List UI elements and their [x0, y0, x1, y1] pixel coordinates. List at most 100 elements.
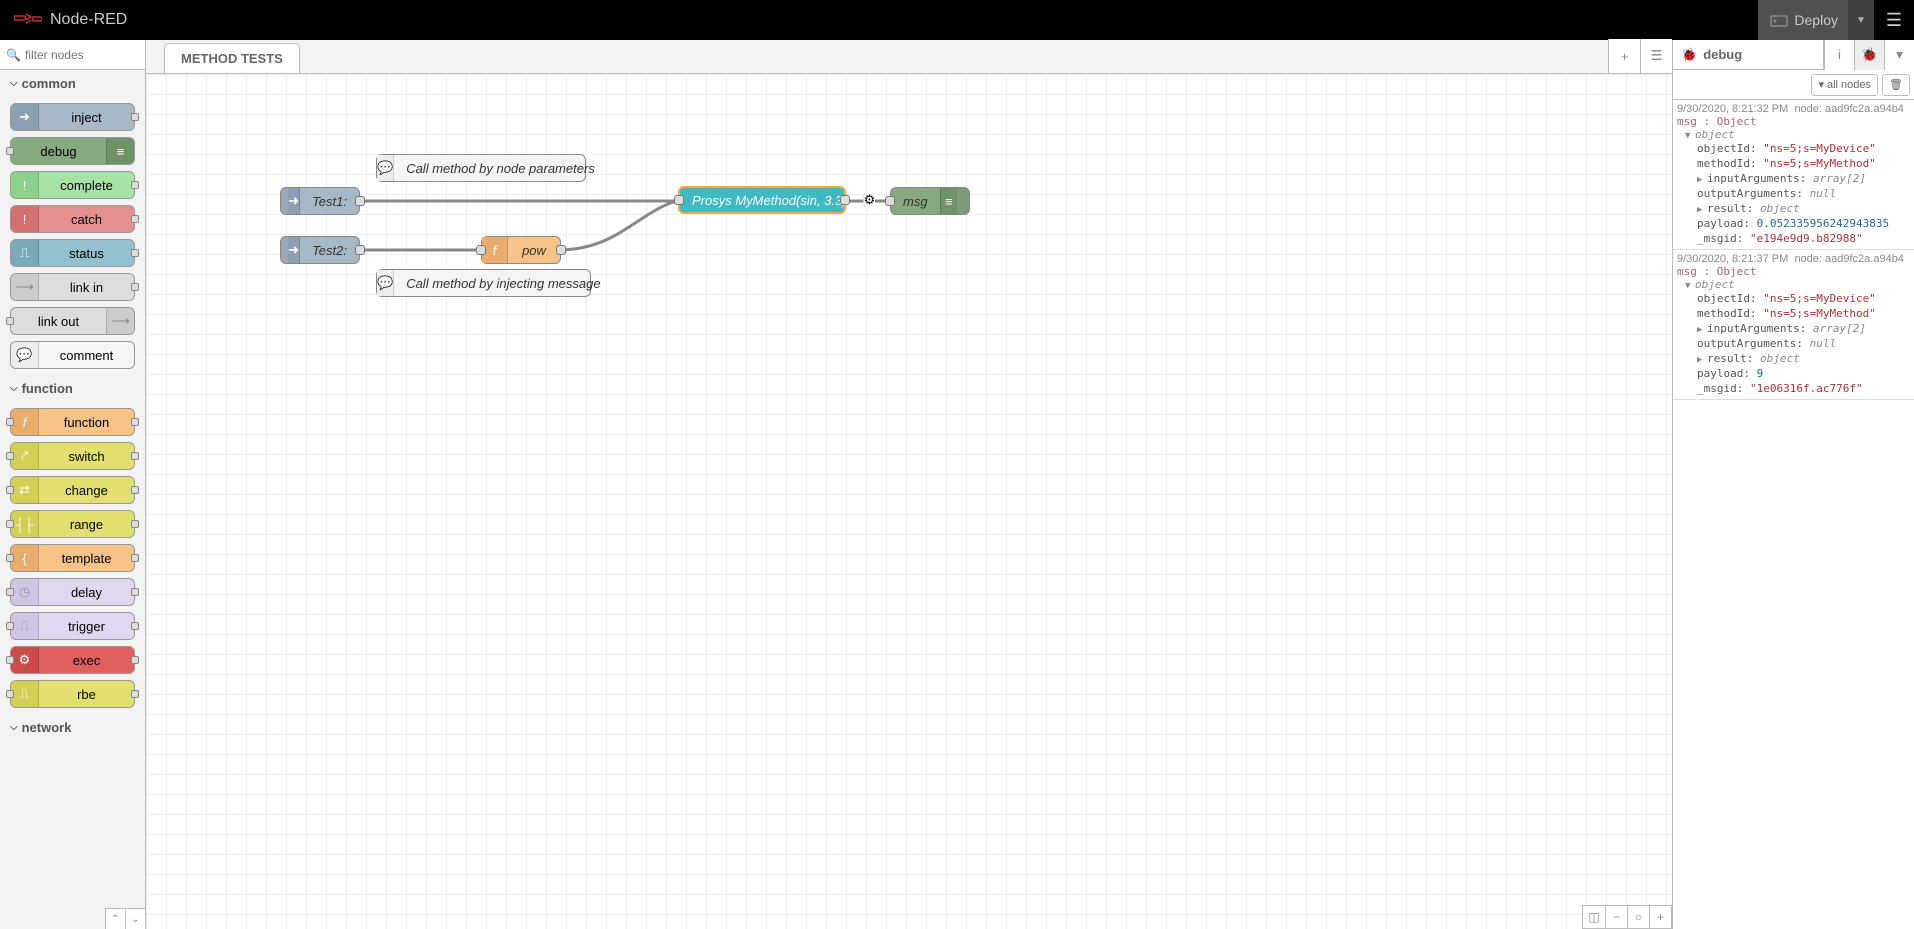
- inject-button[interactable]: [281, 188, 288, 214]
- trigger-icon: ⎍: [11, 613, 39, 639]
- palette-node-template[interactable]: {template: [10, 544, 135, 572]
- canvas-scroll[interactable]: 💬 Call method by node parameters ➜ Test1…: [146, 74, 1672, 929]
- zoom-out[interactable]: −: [1605, 906, 1627, 928]
- rbe-icon: ⎍: [11, 681, 39, 707]
- caret-right-icon[interactable]: ▶: [1697, 325, 1707, 335]
- output-port[interactable]: [840, 195, 850, 205]
- chevron-down-icon: ⌵: [10, 722, 18, 733]
- palette-collapse-controls: ⌃ ⌄: [105, 908, 145, 929]
- tab-debug[interactable]: 🐞debug: [1673, 40, 1824, 69]
- template-icon: {: [11, 545, 39, 571]
- output-port[interactable]: [556, 245, 566, 255]
- debug-messages: 9/30/2020, 8:21:32 PM node: aad9fc2a.a94…: [1673, 100, 1914, 929]
- palette-node-link-out[interactable]: link out⟶: [10, 307, 135, 335]
- clear-debug[interactable]: 🗑: [1882, 74, 1910, 96]
- gear-icon: ⚙: [11, 647, 39, 673]
- switch-icon: ⤤: [11, 443, 39, 469]
- output-port[interactable]: [355, 196, 365, 206]
- caret-right-icon[interactable]: ▶: [1697, 205, 1707, 215]
- caret-down-icon[interactable]: ▼: [1685, 281, 1695, 291]
- palette: 🔍 ⌵common ➜inject debug≡ !complete !catc…: [0, 40, 146, 929]
- inject-button[interactable]: [281, 237, 288, 263]
- filter-icon: ▾: [1818, 78, 1824, 91]
- workspace-tabs: METHOD TESTS + ☰: [146, 40, 1672, 74]
- tab-list-button[interactable]: ☰: [1640, 39, 1672, 73]
- comment-icon: 💬: [377, 270, 394, 296]
- node-debug-msg[interactable]: msg ≡: [890, 187, 970, 215]
- node-test1[interactable]: ➜ Test1:: [280, 187, 360, 215]
- sidebar: 🐞debug i 🐞 ▾ ▾all nodes 🗑 9/30/2020, 8:2…: [1672, 40, 1914, 929]
- node-test2[interactable]: ➜ Test2:: [280, 236, 360, 264]
- exclamation-icon: !: [11, 172, 39, 198]
- hamburger-menu[interactable]: ☰: [1874, 0, 1914, 40]
- node-comment2[interactable]: 💬 Call method by injecting message: [376, 269, 591, 297]
- search-icon: 🔍: [6, 48, 21, 62]
- view-toolbar: ◫ − ○ +: [1582, 905, 1672, 929]
- debug-message[interactable]: 9/30/2020, 8:21:32 PM node: aad9fc2a.a94…: [1673, 100, 1914, 250]
- delay-icon: ◷: [11, 579, 39, 605]
- category-common[interactable]: ⌵common: [0, 70, 145, 97]
- input-port[interactable]: [674, 195, 684, 205]
- caret-right-icon[interactable]: ▶: [1697, 175, 1707, 185]
- view-navigator[interactable]: ◫: [1583, 906, 1605, 928]
- palette-node-change[interactable]: ⇄change: [10, 476, 135, 504]
- palette-list: ⌵common ➜inject debug≡ !complete !catch …: [0, 70, 145, 929]
- category-network[interactable]: ⌵network: [0, 714, 145, 741]
- palette-node-catch[interactable]: !catch: [10, 205, 135, 233]
- palette-node-comment[interactable]: 💬comment: [10, 341, 135, 369]
- palette-node-delay[interactable]: ◷delay: [10, 578, 135, 606]
- sidebar-more-button[interactable]: ▾: [1884, 40, 1914, 70]
- chevron-down-icon: ⌵: [10, 383, 18, 394]
- filter-all-nodes[interactable]: ▾all nodes: [1811, 74, 1878, 96]
- palette-collapse-up[interactable]: ⌃: [105, 909, 125, 929]
- link-icon: ⟶: [11, 274, 39, 300]
- deploy-icon: [1770, 13, 1788, 27]
- sidebar-debug-button[interactable]: 🐞: [1854, 40, 1884, 70]
- caret-down-icon[interactable]: ▼: [1685, 131, 1695, 141]
- category-function[interactable]: ⌵function: [0, 375, 145, 402]
- palette-node-inject[interactable]: ➜inject: [10, 103, 135, 131]
- palette-node-complete[interactable]: !complete: [10, 171, 135, 199]
- zoom-in[interactable]: +: [1649, 906, 1671, 928]
- exclamation-icon: !: [11, 206, 39, 232]
- palette-node-exec[interactable]: ⚙exec: [10, 646, 135, 674]
- bug-icon: 🐞: [1861, 47, 1878, 62]
- output-port[interactable]: [355, 245, 365, 255]
- zoom-reset[interactable]: ○: [1627, 906, 1649, 928]
- chevron-down-icon: ⌵: [10, 78, 18, 89]
- debug-icon: ≡: [940, 188, 958, 214]
- bug-icon: 🐞: [1681, 47, 1697, 63]
- input-port[interactable]: [476, 245, 486, 255]
- palette-node-rbe[interactable]: ⎍rbe: [10, 680, 135, 708]
- arrow-right-icon: ➜: [288, 188, 300, 214]
- tab-method-tests[interactable]: METHOD TESTS: [164, 43, 300, 73]
- filter-input[interactable]: [21, 48, 139, 62]
- node-comment1[interactable]: 💬 Call method by node parameters: [376, 154, 586, 182]
- palette-node-range[interactable]: ┤├range: [10, 510, 135, 538]
- pulse-icon: ⎍: [11, 240, 39, 266]
- palette-node-link-in[interactable]: ⟶link in: [10, 273, 135, 301]
- caret-right-icon[interactable]: ▶: [1697, 355, 1707, 365]
- palette-collapse-down[interactable]: ⌄: [125, 909, 145, 929]
- debug-toggle[interactable]: [957, 188, 969, 214]
- palette-node-status[interactable]: ⎍status: [10, 239, 135, 267]
- deploy-button[interactable]: Deploy: [1758, 0, 1848, 40]
- range-icon: ┤├: [11, 511, 39, 537]
- node-pow[interactable]: f pow: [481, 236, 561, 264]
- palette-node-trigger[interactable]: ⎍trigger: [10, 612, 135, 640]
- change-icon: ⇄: [11, 477, 39, 503]
- palette-node-switch[interactable]: ⤤switch: [10, 442, 135, 470]
- palette-node-function[interactable]: ffunction: [10, 408, 135, 436]
- canvas[interactable]: 💬 Call method by node parameters ➜ Test1…: [146, 74, 1672, 929]
- arrow-right-icon: ➜: [11, 104, 39, 130]
- add-tab-button[interactable]: +: [1608, 39, 1640, 73]
- node-opcua-method[interactable]: Prosys MyMethod(sin, 3.3) ⚙: [678, 186, 846, 214]
- input-port[interactable]: [885, 196, 895, 206]
- debug-message[interactable]: 9/30/2020, 8:21:37 PM node: aad9fc2a.a94…: [1673, 250, 1914, 400]
- header: Node-RED Deploy ▼ ☰: [0, 0, 1914, 40]
- debug-icon: ≡: [106, 138, 134, 164]
- sidebar-info-button[interactable]: i: [1824, 40, 1854, 70]
- list-icon: ☰: [1651, 48, 1663, 63]
- palette-node-debug[interactable]: debug≡: [10, 137, 135, 165]
- deploy-dropdown[interactable]: ▼: [1848, 0, 1874, 40]
